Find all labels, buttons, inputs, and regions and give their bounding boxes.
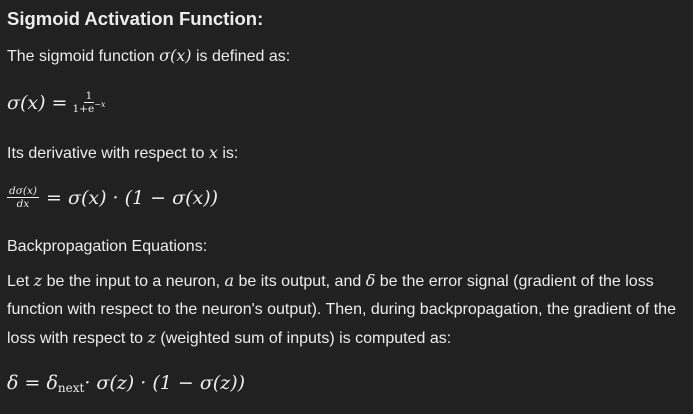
gradient-equation: δ = δ next · σ(z) · (1 − σ(z)) [7, 372, 246, 395]
eq3-lhs: δ = δ [7, 372, 58, 394]
eq3-rhs: · σ(z) · (1 − σ(z)) [84, 372, 246, 394]
eq1-den-exponent: −x [94, 100, 106, 109]
deriv-text-after: is: [217, 145, 239, 162]
sigmoid-equation: σ(x) = 1 1+e−x [7, 90, 110, 116]
derivative-equation: dσ(x) dx = σ(x) · (1 − σ(x)) [7, 185, 218, 210]
para-math-delta: δ [365, 271, 376, 290]
backprop-paragraph: Let z be the input to a neuron, a be its… [7, 267, 687, 353]
intro-text-after: is defined as: [191, 48, 291, 65]
intro-math: σ(x) [159, 46, 192, 65]
intro-text-before: The sigmoid function [7, 48, 160, 65]
derivative-intro-text: Its derivative with respect to x is: [7, 143, 238, 164]
eq2-denominator: dx [16, 198, 30, 210]
eq1-fraction: 1 1+e−x [70, 90, 107, 116]
para-math-z2: z [147, 328, 156, 347]
para-t1: Let [7, 273, 34, 290]
eq2-rhs: = σ(x) · (1 − σ(x)) [46, 186, 219, 209]
deriv-math: x [208, 143, 218, 162]
eq1-denominator: 1+e−x [70, 100, 107, 116]
eq1-lhs: σ(x) = [7, 92, 68, 114]
para-t3: be its output, and [234, 273, 366, 290]
eq3-subscript: next [57, 381, 85, 395]
para-t5: (weighted sum of inputs) is computed as: [155, 330, 452, 347]
section-heading: Sigmoid Activation Function: [7, 8, 264, 29]
eq1-den-base: 1+e [72, 103, 95, 115]
eq1-numerator: 1 [83, 90, 95, 103]
eq2-numerator: dσ(x) [7, 185, 40, 198]
intro-text: The sigmoid function σ(x) is defined as: [7, 46, 290, 67]
backprop-label: Backpropagation Equations: [7, 238, 208, 255]
deriv-text-before: Its derivative with respect to [7, 145, 209, 162]
para-math-a: a [224, 271, 235, 290]
para-math-z: z [33, 271, 43, 290]
para-t2: be the input to a neuron, [42, 273, 225, 290]
eq2-fraction: dσ(x) dx [7, 185, 40, 210]
